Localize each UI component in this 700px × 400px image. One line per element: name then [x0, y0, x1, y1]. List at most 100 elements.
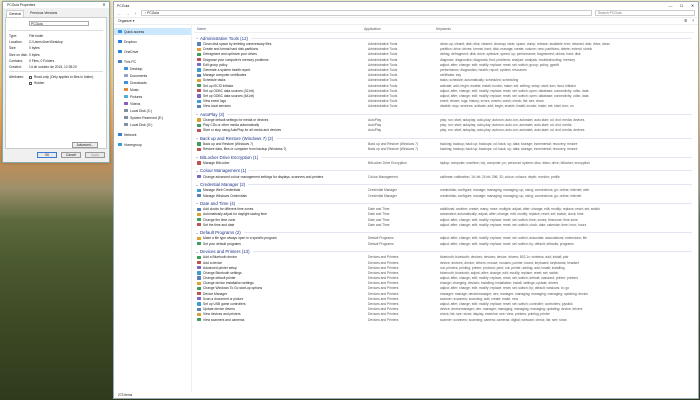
list-item[interactable]: Change Windows To Go start-up options Dev…	[194, 286, 694, 291]
nav-item-this-pc[interactable]: This PC	[114, 58, 191, 65]
nav-item-pictures[interactable]: Pictures	[114, 93, 191, 100]
control-panel-item-icon	[197, 89, 201, 93]
list-item[interactable]: Change the time zone Date and Time adjust;…	[194, 217, 694, 222]
item-name: View local services	[203, 104, 231, 109]
list-item[interactable]: View devices and printers Devices and Pri…	[194, 312, 694, 317]
list-item[interactable]: Make a file type always open in a specif…	[194, 236, 694, 241]
nav-item-downloads[interactable]: Downloads	[114, 79, 191, 86]
item-application: Devices and Printers	[368, 270, 399, 275]
list-item[interactable]: Device Manager Devices and Printers manage…	[194, 291, 694, 296]
column-keywords[interactable]: Keywords	[436, 27, 694, 31]
control-panel-item-icon	[197, 207, 201, 211]
column-application[interactable]: Application	[364, 27, 436, 31]
list-item[interactable]: Clean disk space by deleting unnecessary…	[194, 42, 694, 47]
back-arrow-icon[interactable]: ←	[117, 11, 122, 16]
advanced-button[interactable]: Advanced...	[72, 142, 98, 148]
list-item[interactable]: Set up ODBC data sources (64-bit) Adminis…	[194, 93, 694, 98]
search-input[interactable]: Search PCGuia	[595, 10, 695, 16]
nav-item-dropbox[interactable]: Dropbox	[114, 38, 191, 45]
readonly-checkbox[interactable]	[29, 75, 32, 79]
nav-item-quick-access[interactable]: Quick access	[114, 28, 191, 35]
attributes-row: Attributes: Read-only (Only applies to f…	[9, 75, 94, 80]
maximize-icon[interactable]: ☐	[676, 3, 687, 8]
nav-item-local-disk-g[interactable]: Local Disk (G:)	[114, 121, 191, 128]
tab-general[interactable]: General	[6, 10, 25, 17]
item-name: Play CDs or other media automatically	[203, 123, 260, 128]
nav-item-onedrive[interactable]: OneDrive	[114, 48, 191, 55]
list-item[interactable]: Add clocks for different time zones Date …	[194, 207, 694, 212]
item-name: Add a Bluetooth device	[203, 255, 237, 260]
list-item[interactable]: Edit group policy Administrative Tools adj…	[194, 62, 694, 67]
column-headers: Name Application Keywords	[194, 26, 694, 33]
item-application: Date and Time	[368, 212, 390, 217]
nav-item-network[interactable]: Network	[114, 131, 191, 138]
item-application: Credential Manager	[368, 193, 397, 198]
list-item[interactable]: Defragment and optimize your drives Admin…	[194, 52, 694, 57]
list-item[interactable]: Create and format hard disk partitions Ad…	[194, 47, 694, 52]
help-icon[interactable]: ?	[692, 19, 694, 23]
view-options-icon[interactable]: ☰	[684, 19, 687, 23]
up-arrow-icon[interactable]: ↑	[133, 11, 138, 16]
control-panel-item-icon	[197, 317, 201, 322]
list-item[interactable]: Set the time and date Date and Time adjust…	[194, 222, 694, 227]
column-name[interactable]: Name	[194, 27, 364, 31]
forward-arrow-icon[interactable]: →	[125, 11, 130, 16]
control-panel-item-icon	[197, 58, 201, 62]
minimize-icon[interactable]: —	[665, 3, 676, 8]
nav-item-label: Pictures	[130, 94, 143, 99]
hidden-checkbox[interactable]	[29, 81, 32, 85]
list-item[interactable]: Add a device Devices and Printers device; …	[194, 260, 694, 265]
nav-item-desktop[interactable]: Desktop	[114, 65, 191, 72]
list-item[interactable]: Change device installation settings Devic…	[194, 281, 694, 286]
nav-item-music[interactable]: Music	[114, 86, 191, 93]
list-item[interactable]: Diagnose your computer's memory problems…	[194, 57, 694, 62]
list-item[interactable]: Play CDs or other media automatically Aut…	[194, 123, 694, 128]
tab-previous-versions[interactable]: Previous Versions	[28, 10, 59, 17]
item-name: Generate a system health report	[203, 68, 251, 73]
list-item[interactable]: Change advanced colour management settin…	[194, 174, 694, 179]
close-icon[interactable]: ✕	[687, 3, 698, 8]
cancel-button[interactable]: Cancel	[61, 152, 81, 158]
list-item[interactable]: Set up iSCSI initiator Administrative Too…	[194, 83, 694, 88]
organize-menu[interactable]: Organize ▾	[118, 19, 134, 23]
list-item[interactable]: Schedule tasks Administrative Tools tasks;…	[194, 78, 694, 83]
apply-button[interactable]: Apply	[85, 152, 105, 158]
list-item[interactable]: View event logs Administrative Tools event…	[194, 99, 694, 104]
list-item[interactable]: Generate a system health report Administr…	[194, 67, 694, 72]
list-item[interactable]: Add a Bluetooth device Devices and Printe…	[194, 255, 694, 260]
nav-item-homegroup[interactable]: Homegroup	[114, 141, 191, 148]
list-item[interactable]: Manage BitLocker BitLocker Drive Encrypti…	[194, 160, 694, 165]
list-item[interactable]: View local services Administrative Tools d…	[194, 104, 694, 109]
list-item[interactable]: Set up USB game controllers Devices and P…	[194, 301, 694, 306]
list-item[interactable]: Scan a document or picture Devices and Pr…	[194, 296, 694, 301]
list-item[interactable]: Change Bluetooth settings Devices and Pri…	[194, 270, 694, 275]
nav-item-videos[interactable]: Videos	[114, 100, 191, 107]
ok-button[interactable]: OK	[37, 152, 57, 158]
list-item[interactable]: Manage computer certificates Administrati…	[194, 73, 694, 78]
list-item[interactable]: Back up and Restore (Windows 7) Back up a…	[194, 142, 694, 147]
path-field[interactable]: › PCGuia	[141, 10, 592, 16]
nav-item-system-reserved-e[interactable]: System Reserved (E:)	[114, 114, 191, 121]
list-item[interactable]: Start or stop using AutoPlay for all med…	[194, 128, 694, 133]
list-item[interactable]: Manage Web Credentials Credential Manager…	[194, 188, 694, 193]
list-item[interactable]: View scanners and cameras Devices and Pri…	[194, 317, 694, 322]
list-item[interactable]: Update device drivers Devices and Printer…	[194, 307, 694, 312]
list-item[interactable]: Change default printer Devices and Printe…	[194, 276, 694, 281]
item-name: Manage Windows Credentials	[203, 193, 247, 198]
list-item[interactable]: Set up ODBC data sources (32-bit) Adminis…	[194, 88, 694, 93]
list-item[interactable]: Set your default programs Default Program…	[194, 241, 694, 246]
item-name: Advanced printer setup	[203, 265, 237, 270]
item-name: Set the time and date	[203, 222, 235, 227]
list-item[interactable]: Manage Windows Credentials Credential Man…	[194, 193, 694, 198]
item-application: Colour Management	[368, 174, 398, 179]
nav-item-local-disk-c[interactable]: Local Disk (C:)	[114, 107, 191, 114]
close-icon[interactable]: ✕	[100, 2, 108, 8]
item-keywords: check; list; see; show; display; examine…	[440, 312, 550, 317]
nav-item-documents[interactable]: Documents	[114, 72, 191, 79]
list-item[interactable]: Change default settings for media or dev…	[194, 117, 694, 122]
list-item[interactable]: Restore data, files or computer from bac…	[194, 147, 694, 152]
navigation-pane: Quick access Dropbox OneDrive This PC Deskto…	[114, 26, 192, 392]
list-item[interactable]: Automatically adjust for daylight saving…	[194, 212, 694, 217]
list-item[interactable]: Advanced printer setup Devices and Printe…	[194, 265, 694, 270]
folder-name-field[interactable]: PCGuia	[29, 21, 89, 26]
